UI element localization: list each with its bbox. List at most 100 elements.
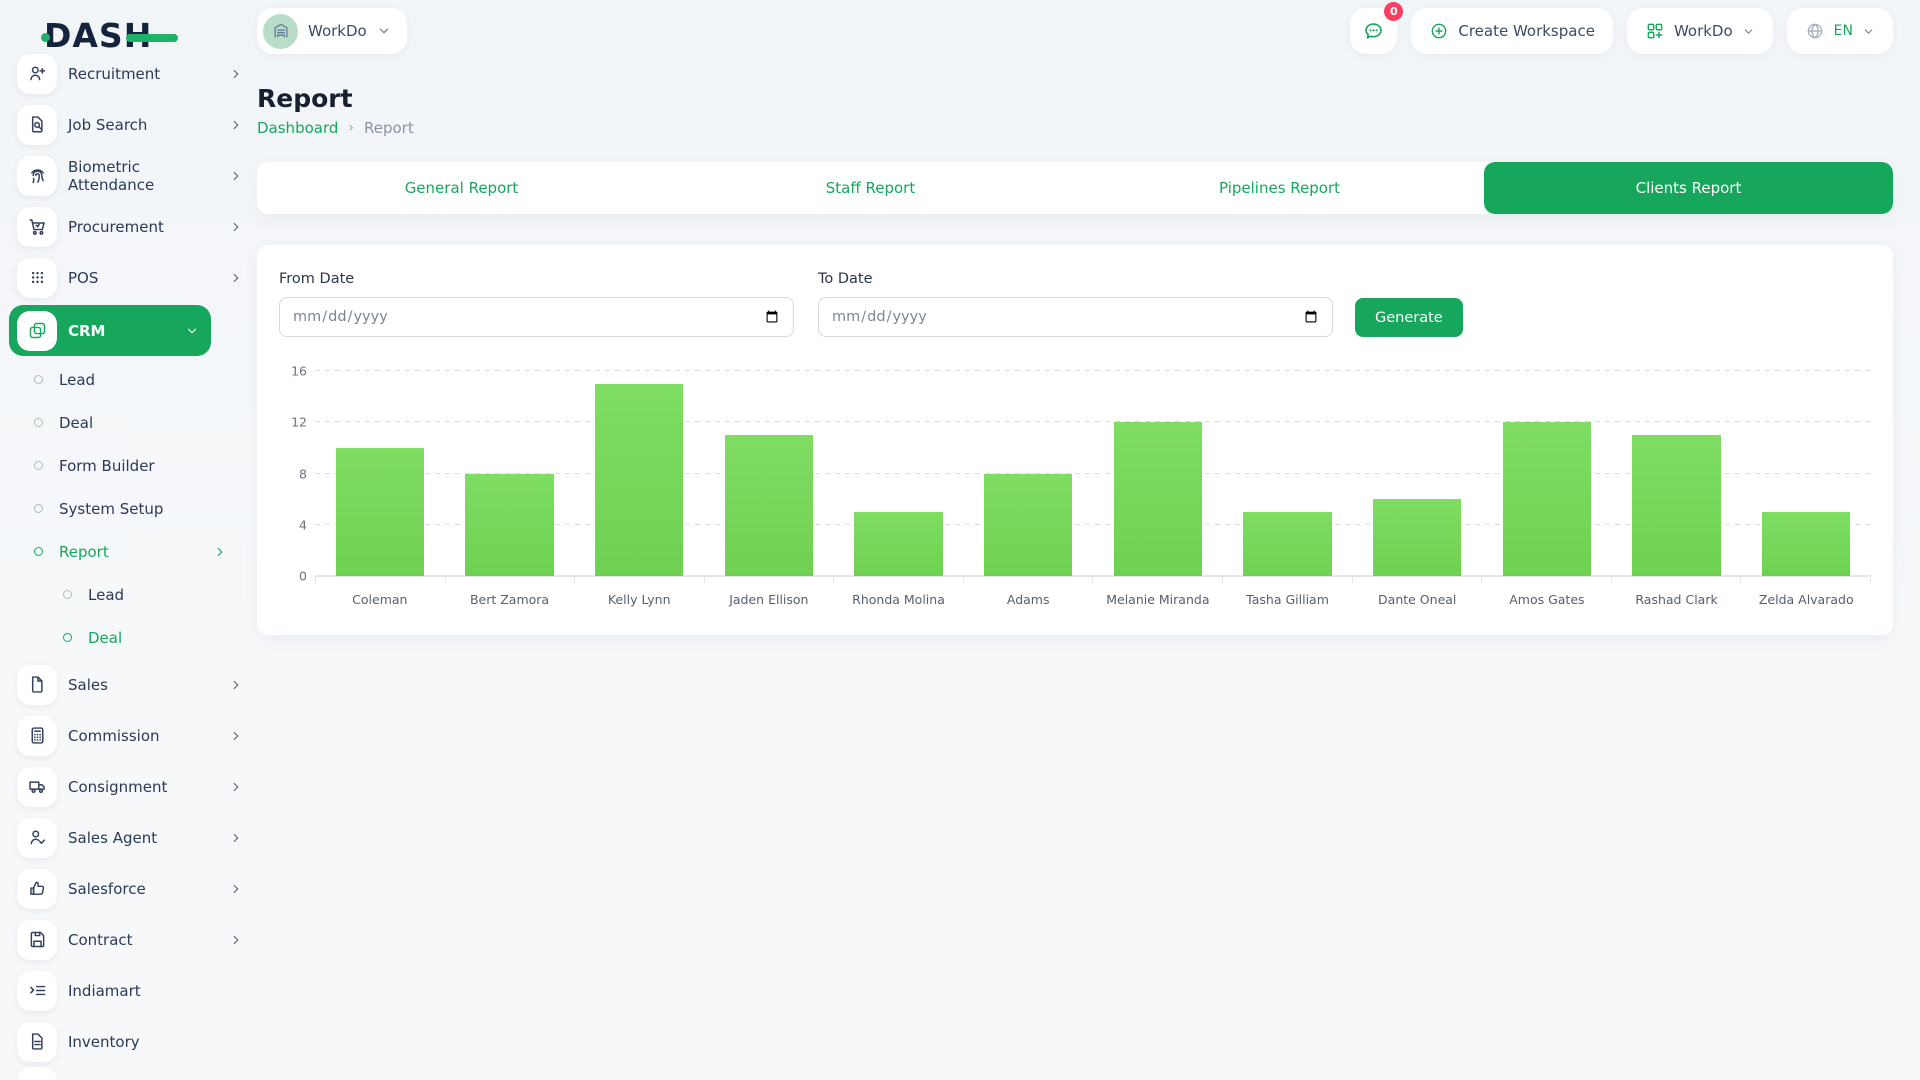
bar-slot [1482,371,1612,576]
sidebar-item-pos[interactable]: POS [0,252,257,303]
sidebar-item-label: Deal [59,414,227,432]
generate-button[interactable]: Generate [1355,298,1463,337]
bar-jaden-ellison [725,435,813,576]
bar-slot [445,371,575,576]
chevron-right-icon [229,831,243,845]
app-menu-button[interactable]: WorkDo [1627,8,1773,54]
y-tick-label: 8 [299,466,307,481]
file-search-icon [27,114,48,135]
sidebar-item-label: Recruitment [68,65,229,83]
sidebar-item-label: System Setup [59,500,227,518]
sidebar-item-procurement[interactable]: Procurement [0,201,257,252]
bar-slot [574,371,704,576]
chart-y-axis: 0481216 [279,371,315,576]
sidebar-item-inventory[interactable]: Inventory [0,1016,257,1067]
grid-dots-icon [27,267,48,288]
sidebar-item-commission[interactable]: Commission [0,710,257,761]
x-tick-label: Melanie Miranda [1093,592,1223,607]
tab-general-report[interactable]: General Report [257,162,666,214]
chevron-right-icon [229,780,243,794]
sidebar-item-crm-report-lead[interactable]: Lead [0,573,257,616]
x-tick [705,577,835,583]
sidebar-icon-tile [17,869,57,909]
breadcrumb-dashboard-link[interactable]: Dashboard [257,119,338,137]
truck-icon [27,776,48,797]
sidebar-icon-tile [17,54,57,94]
sidebar-item-label: Sales [68,676,229,694]
sidebar-item-crm[interactable]: CRM [9,305,211,356]
sidebar-next-item-partial [17,1067,57,1080]
cards-icon [27,320,48,341]
chart-x-labels: ColemanBert ZamoraKelly LynnJaden Elliso… [315,592,1871,607]
x-tick [964,577,1094,583]
filter-row: From Date To Date Generate [279,271,1871,337]
sidebar-item-indiamart[interactable]: Indiamart [0,965,257,1016]
x-tick-label: Adams [963,592,1093,607]
x-tick-label: Coleman [315,592,445,607]
person-check-icon [27,827,48,848]
create-workspace-button[interactable]: Create Workspace [1411,8,1613,54]
sidebar-icon-tile [17,920,57,960]
sidebar-icon-tile [17,311,57,351]
sidebar-item-label: Indiamart [68,982,243,1000]
list-arrow-icon [27,980,48,1001]
tab-pipelines-report[interactable]: Pipelines Report [1075,162,1484,214]
to-date-input[interactable] [818,297,1333,337]
y-tick-label: 4 [299,517,307,532]
sidebar-item-consignment[interactable]: Consignment [0,761,257,812]
chevron-right-icon [229,933,243,947]
sidebar-item-job-search[interactable]: Job Search [0,99,257,150]
bullet-icon [34,547,43,556]
sidebar-icon-tile [17,818,57,858]
calculator-icon [27,725,48,746]
logo-dot-accent [41,33,50,42]
x-tick-label: Jaden Ellison [704,592,834,607]
y-tick-label: 12 [291,415,307,430]
sidebar-item-recruitment[interactable]: Recruitment [0,48,257,99]
breadcrumb: Dashboard › Report [257,119,1893,137]
chevron-right-icon [229,169,243,183]
app-logo[interactable]: DASH [44,16,152,55]
grid-plus-icon [1645,21,1665,41]
sidebar-item-biometric-attendance[interactable]: Biometric Attendance [0,150,257,201]
sidebar-item-salesforce[interactable]: Salesforce [0,863,257,914]
person-plus-icon [27,63,48,84]
sidebar-item-sales-agent[interactable]: Sales Agent [0,812,257,863]
sidebar-item-contract[interactable]: Contract [0,914,257,965]
bullet-icon [63,590,72,599]
topbar-actions: 0 Create Workspace WorkDo EN [1350,8,1893,54]
sidebar-item-crm-form-builder[interactable]: Form Builder [0,444,257,487]
thumbs-up-icon [27,878,48,899]
sidebar-icon-tile [17,767,57,807]
messages-button[interactable]: 0 [1350,8,1397,54]
clients-report-chart: 0481216 ColemanBert ZamoraKelly LynnJade… [279,363,1871,607]
sidebar-item-crm-deal[interactable]: Deal [0,401,257,444]
sidebar-item-crm-report-deal[interactable]: Deal [0,616,257,659]
x-tick-label: Kelly Lynn [574,592,704,607]
sidebar-item-crm-report[interactable]: Report [0,530,257,573]
breadcrumb-separator: › [348,120,354,136]
floppy-icon [27,929,48,950]
sidebar-icon-tile [17,665,57,705]
chevron-down-icon [377,24,391,38]
tab-staff-report[interactable]: Staff Report [666,162,1075,214]
sidebar-item-label: Contract [68,931,229,949]
sidebar-item-crm-lead[interactable]: Lead [0,358,257,401]
bars-layer [315,371,1871,576]
bar-kelly-lynn [595,384,683,576]
workspace-selector[interactable]: WorkDo [257,8,407,54]
chat-icon [1362,20,1385,43]
from-date-input[interactable] [279,297,794,337]
bar-amos-gates [1503,422,1591,576]
sidebar-item-sales[interactable]: Sales [0,659,257,710]
create-workspace-label: Create Workspace [1458,22,1595,40]
language-selector[interactable]: EN [1787,8,1893,54]
tab-clients-report[interactable]: Clients Report [1484,162,1893,214]
to-date-label: To Date [818,271,1333,287]
sidebar-item-crm-system-setup[interactable]: System Setup [0,487,257,530]
sidebar-icon-tile [17,156,57,196]
bar-zelda-alvarado [1762,512,1850,576]
bar-melanie-miranda [1114,422,1202,576]
x-tick-label: Dante Oneal [1352,592,1482,607]
x-tick [1482,577,1612,583]
